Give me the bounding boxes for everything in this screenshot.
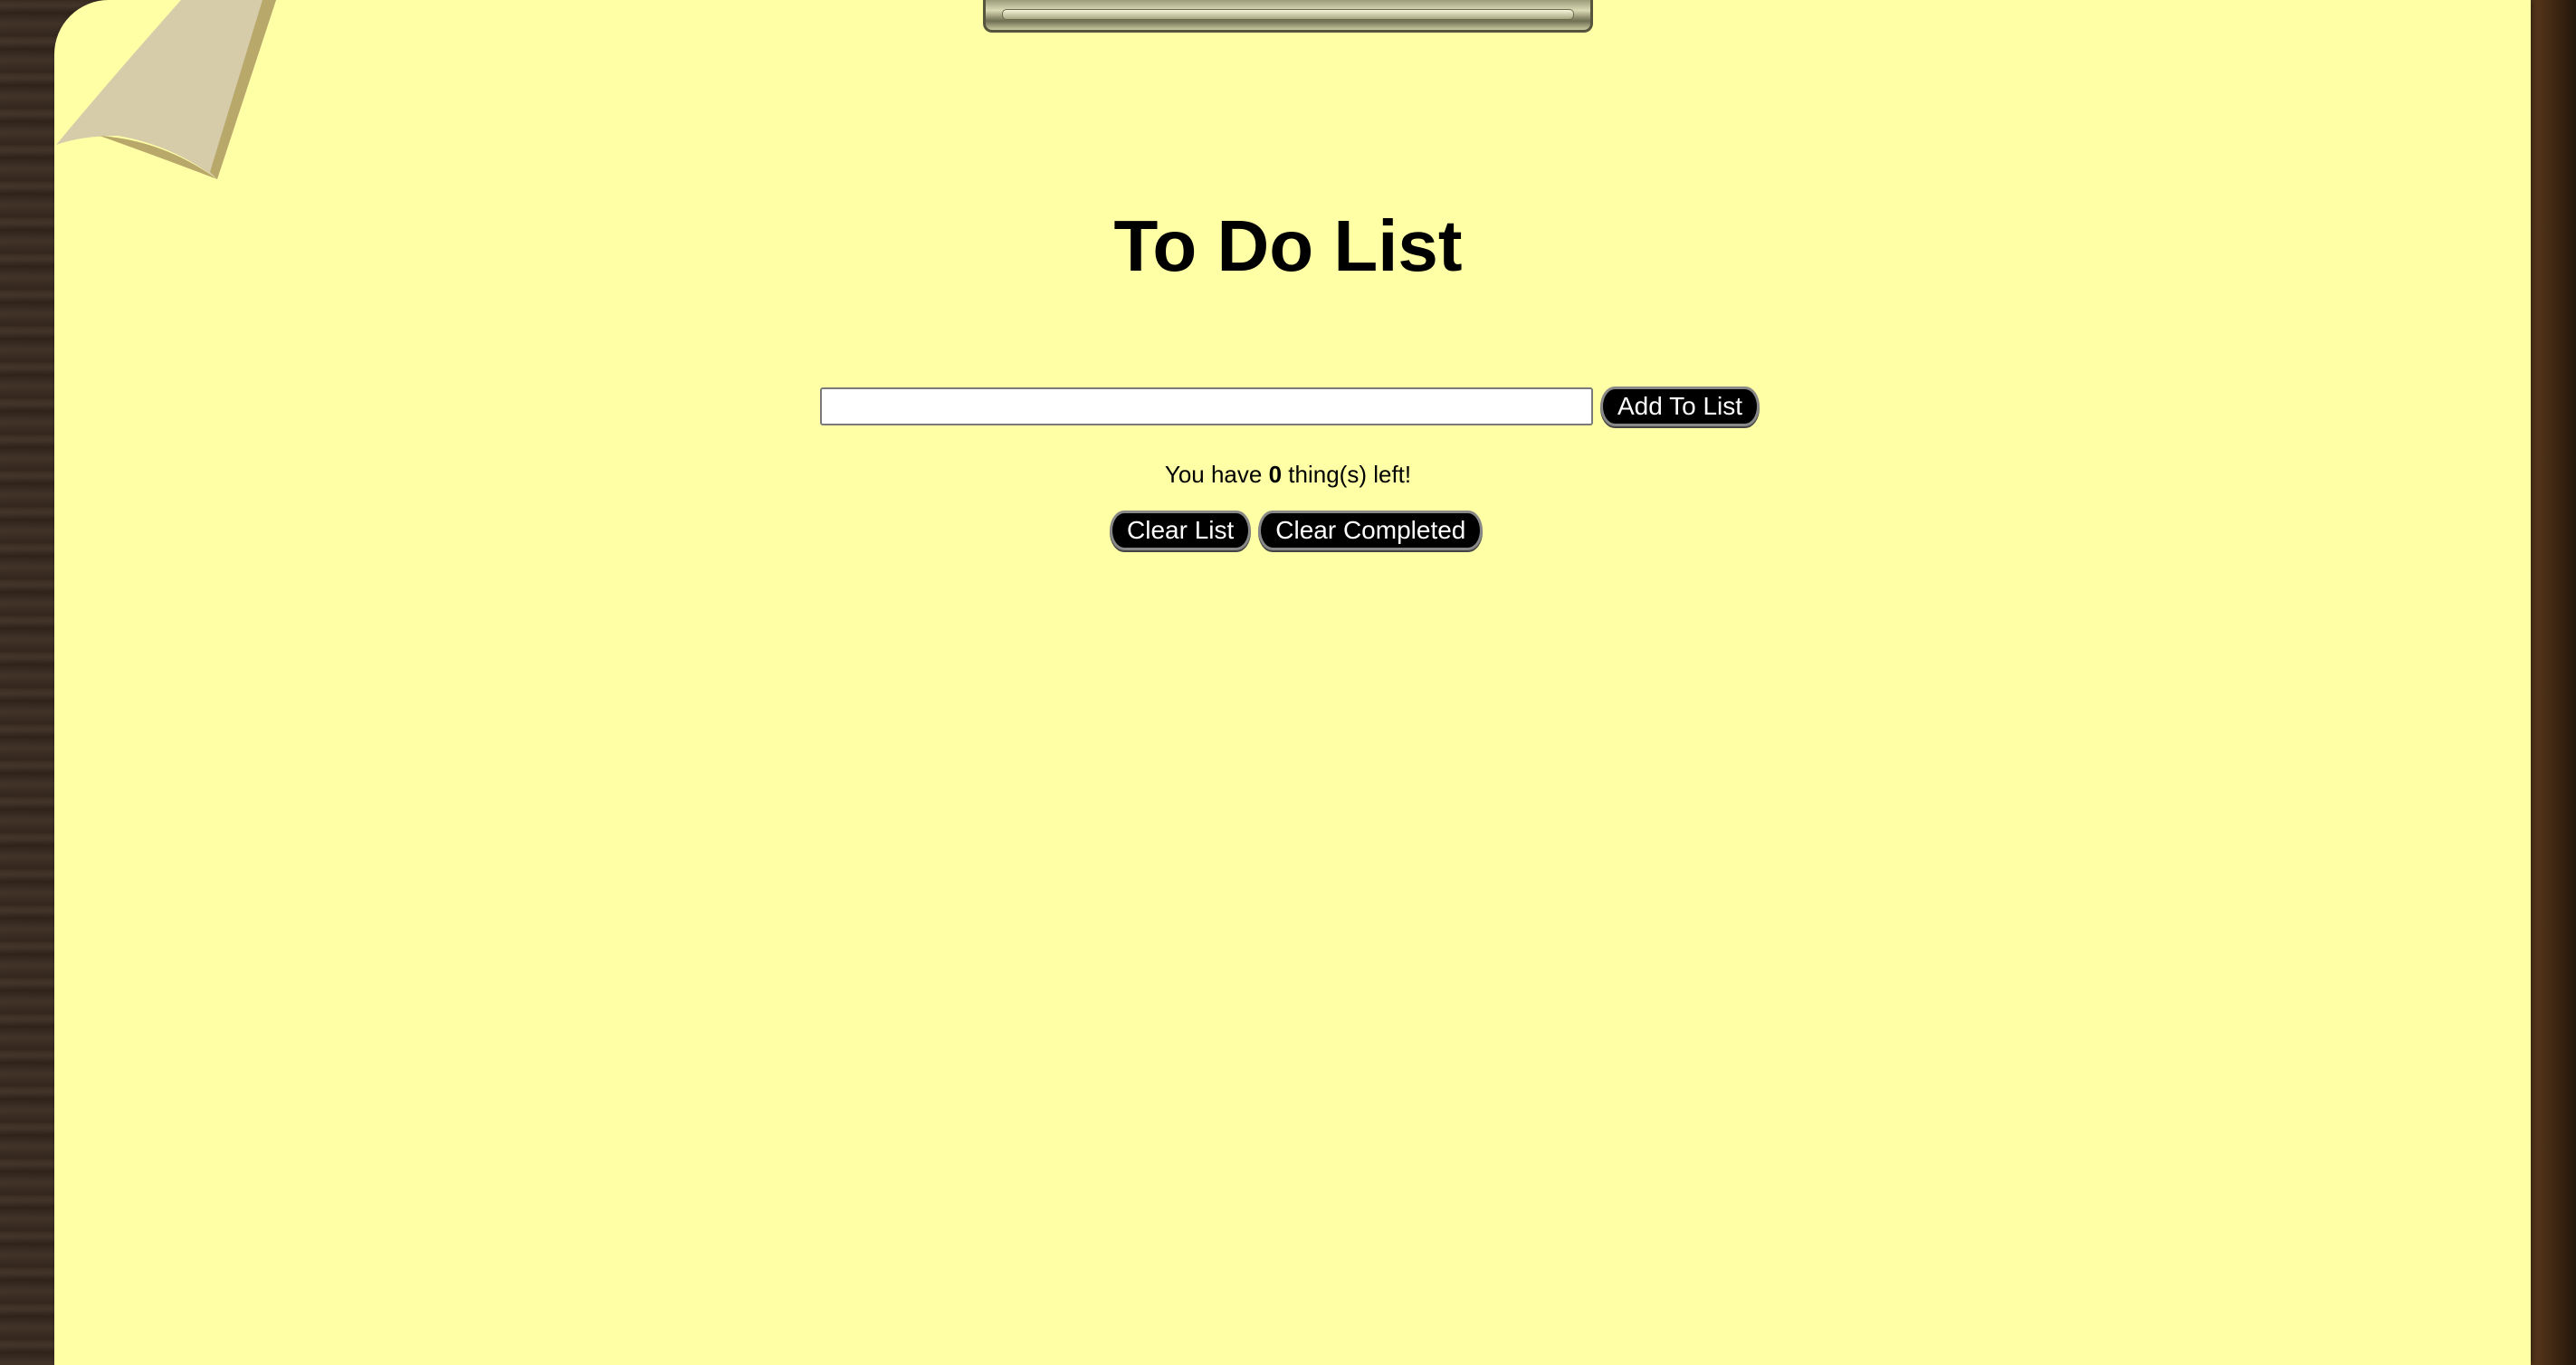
clear-list-button[interactable]: Clear List bbox=[1110, 511, 1252, 550]
add-item-form: Add To List bbox=[820, 387, 1760, 426]
add-to-list-button[interactable]: Add To List bbox=[1600, 387, 1760, 426]
page-curl-corner bbox=[54, 0, 290, 190]
clip-highlight bbox=[1002, 9, 1574, 20]
status-prefix: You have bbox=[1164, 461, 1263, 488]
page-title: To Do List bbox=[1113, 205, 1463, 286]
new-item-input[interactable] bbox=[820, 387, 1593, 425]
list-actions: Clear List Clear Completed bbox=[1110, 511, 1484, 550]
remaining-count: 0 bbox=[1268, 461, 1283, 488]
clear-completed-button[interactable]: Clear Completed bbox=[1258, 511, 1484, 550]
clipboard-clip bbox=[983, 0, 1593, 33]
status-suffix: thing(s) left! bbox=[1288, 461, 1412, 488]
remaining-status: You have 0 thing(s) left! bbox=[0, 460, 2576, 489]
